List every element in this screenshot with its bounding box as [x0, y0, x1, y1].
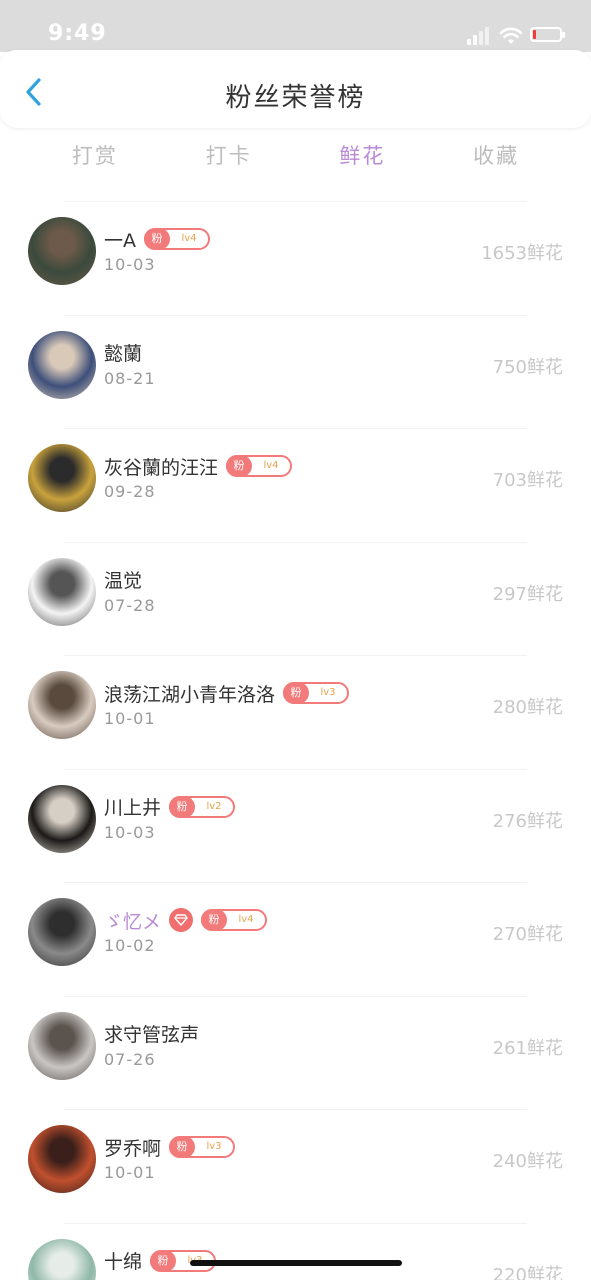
fan-level: lv3 [320, 687, 336, 698]
status-bar: 9:49 [0, 0, 591, 52]
user-name: 十绵 [104, 1251, 143, 1273]
name-line: 川上井粉 lv2 [104, 794, 236, 820]
fan-tag: 粉 [201, 909, 228, 931]
avatar[interactable] [28, 330, 96, 399]
tab-favorites[interactable]: 收藏 [429, 140, 563, 176]
fan-tag: 粉 [144, 228, 170, 250]
name-line: 懿蘭 [104, 340, 142, 366]
list-item[interactable]: 温觉 07-28 297鲜花 [28, 541, 563, 656]
date: 10-03 [104, 822, 156, 842]
user-name: 灰谷蘭的汪汪 [104, 456, 219, 479]
date: 07-26 [104, 1049, 156, 1069]
flower-count: 1653鲜花 [481, 243, 563, 264]
avatar[interactable] [28, 1125, 96, 1193]
name-line: 一A 粉 lv4 [104, 226, 210, 252]
fan-level: lv4 [181, 233, 197, 244]
tab-checkin[interactable]: 打卡 [162, 140, 296, 176]
flower-count: 240鲜花 [492, 1151, 563, 1172]
flower-count: 261鲜花 [492, 1037, 563, 1059]
avatar[interactable] [28, 898, 96, 966]
list-item[interactable]: 灰谷蘭的汪汪粉 lv4 09-28 703鲜花 [28, 428, 563, 542]
avatar[interactable] [28, 671, 96, 739]
date: 10-03 [104, 255, 156, 274]
home-indicator[interactable] [190, 1260, 402, 1266]
avatar[interactable] [28, 217, 96, 285]
avatar[interactable] [28, 557, 96, 626]
name-line: 灰谷蘭的汪汪粉 lv4 [104, 453, 293, 479]
date: 10-02 [104, 936, 156, 955]
flower-count: 750鲜花 [492, 356, 563, 378]
avatar[interactable] [28, 784, 96, 853]
date: 07-28 [104, 595, 156, 615]
user-name: 一A [104, 229, 136, 252]
cellular-signal-icon [467, 27, 491, 45]
status-time: 9:49 [48, 21, 107, 46]
list-item[interactable]: ゞ忆メ 粉 lv4 10-02 270鲜花 [28, 882, 563, 996]
list-item[interactable]: 懿蘭 08-21 750鲜花 [28, 314, 563, 429]
user-name: 川上井 [104, 797, 162, 819]
name-line: 浪荡江湖小青年洛洛粉 lv3 [104, 680, 350, 706]
wifi-icon [499, 27, 523, 44]
fan-level: lv3 [206, 1141, 222, 1152]
list-item[interactable]: 求守管弦声 07-26 261鲜花 [28, 995, 563, 1110]
ranking-list: 一A 粉 lv4 10-03 1653鲜花 懿蘭 08-21 750鲜花 灰谷蘭的汪汪粉 lv4 0… [0, 201, 591, 1280]
list-item[interactable]: 罗乔啊粉 lv3 10-01 240鲜花 [28, 1109, 563, 1223]
fan-level-badge: 粉 lv3 [283, 682, 350, 704]
date: 09-28 [104, 482, 156, 501]
user-name: 懿蘭 [104, 343, 143, 365]
list-item[interactable]: 一A 粉 lv4 10-03 1653鲜花 [28, 201, 563, 315]
fan-tag: 粉 [169, 1136, 196, 1158]
fan-level-badge: 粉 lv4 [144, 228, 210, 250]
list-item[interactable]: 川上井粉 lv2 10-03 276鲜花 [28, 768, 563, 883]
tab-tip[interactable]: 打赏 [28, 140, 162, 176]
name-line: 求守管弦声 [104, 1021, 199, 1047]
name-line: ゞ忆メ 粉 lv4 [104, 907, 268, 933]
user-name: ゞ忆メ [104, 910, 162, 933]
nav-header: 粉丝荣誉榜 [0, 50, 591, 128]
battery-icon [530, 27, 565, 42]
flower-count: 270鲜花 [492, 924, 563, 945]
user-name: 求守管弦声 [104, 1024, 200, 1046]
flower-count: 703鲜花 [492, 470, 563, 491]
fan-tag: 粉 [169, 795, 196, 818]
flower-count: 297鲜花 [492, 583, 563, 605]
fan-level-badge: 粉 lv4 [226, 455, 293, 477]
user-name: 温觉 [104, 570, 143, 592]
tab-bar: 打赏 打卡 鲜花 收藏 [28, 140, 563, 176]
user-name: 浪荡江湖小青年洛洛 [104, 683, 276, 706]
list-item[interactable]: 十绵粉lv3220鲜花 [28, 1222, 563, 1280]
tab-flowers[interactable]: 鲜花 [296, 140, 430, 176]
page-title: 粉丝荣誉榜 [225, 83, 366, 113]
name-line: 温觉 [104, 567, 142, 593]
flower-count: 280鲜花 [492, 697, 563, 718]
fan-level-badge: 粉 lv2 [169, 795, 236, 818]
fan-level: lv2 [206, 800, 222, 812]
fan-tag: 粉 [226, 455, 253, 477]
user-name: 罗乔啊 [104, 1137, 162, 1160]
fan-level: lv4 [238, 914, 254, 925]
avatar[interactable] [28, 444, 96, 512]
date: 10-01 [104, 1163, 156, 1182]
flower-count: 220鲜花 [492, 1264, 563, 1280]
name-line: 罗乔啊粉 lv3 [104, 1134, 236, 1160]
avatar[interactable] [28, 1011, 96, 1080]
list-item[interactable]: 浪荡江湖小青年洛洛粉 lv3 10-01 280鲜花 [28, 655, 563, 769]
fan-tag: 粉 [150, 1249, 177, 1272]
avatar[interactable] [28, 1238, 96, 1280]
fan-level: lv4 [263, 460, 279, 471]
date: 10-01 [104, 709, 156, 728]
diamond-icon [169, 908, 194, 932]
fan-tag: 粉 [283, 682, 310, 704]
flower-count: 276鲜花 [492, 810, 563, 832]
date: 08-21 [104, 368, 156, 388]
fan-level-badge: 粉 lv3 [169, 1136, 236, 1158]
fan-level-badge: 粉 lv4 [201, 909, 268, 931]
